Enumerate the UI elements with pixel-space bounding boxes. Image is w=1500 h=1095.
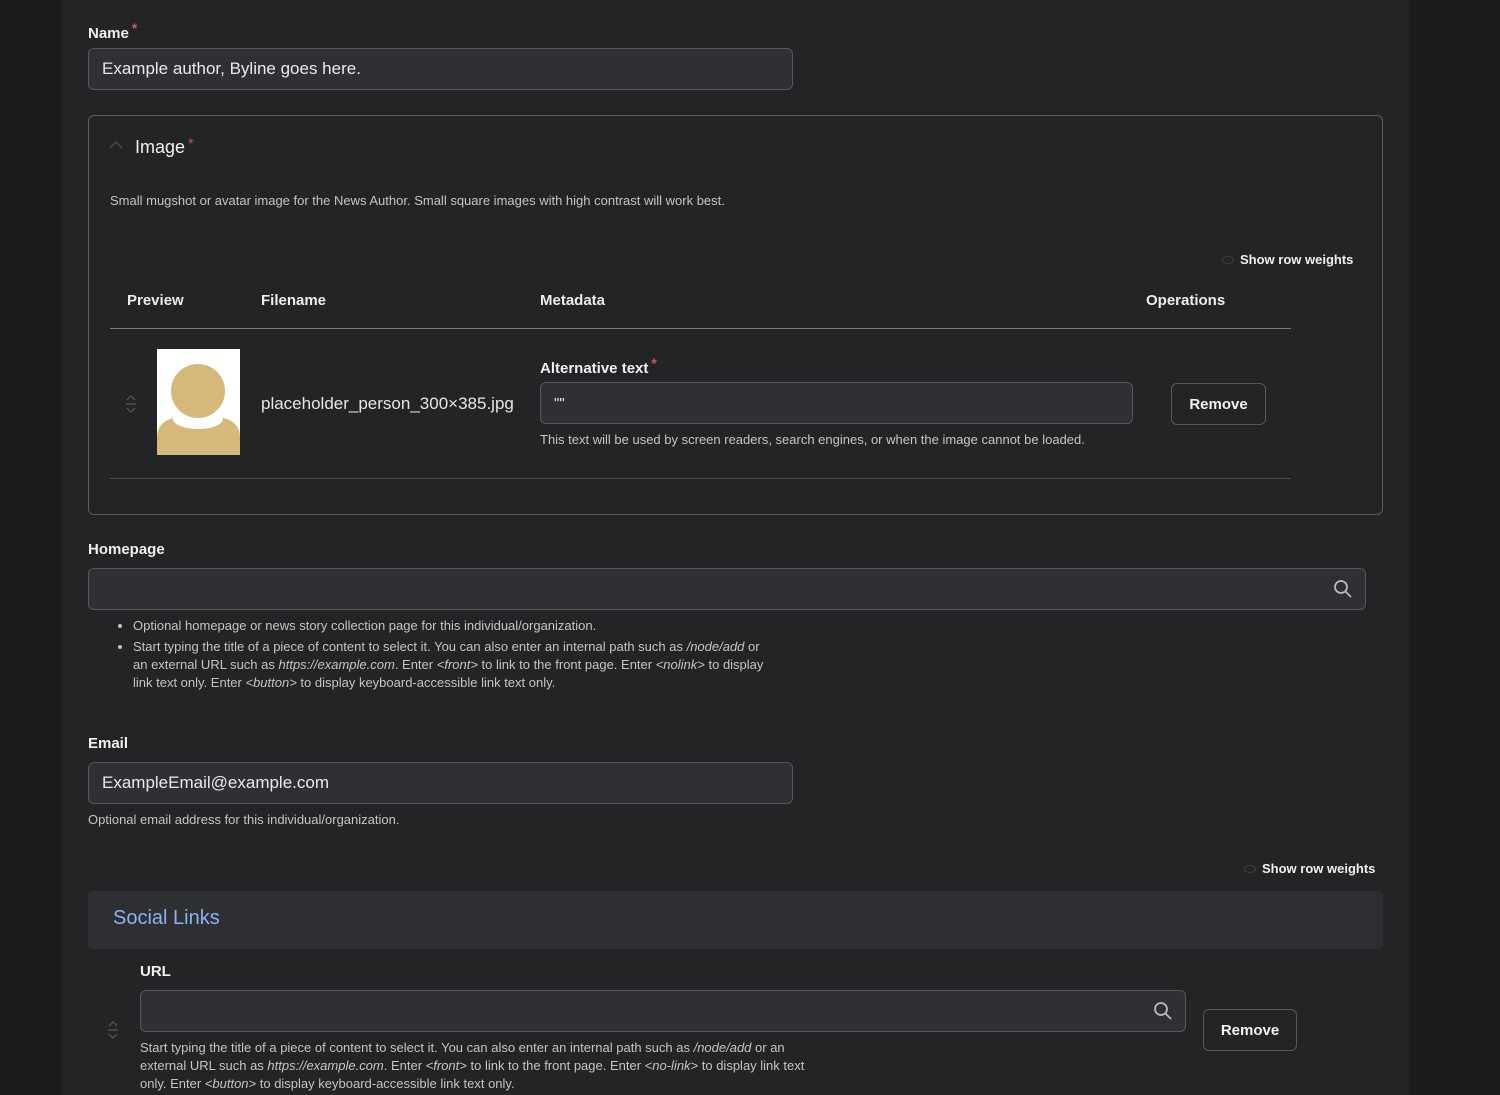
image-section-title[interactable]: Image * bbox=[135, 135, 193, 158]
column-header-metadata: Metadata bbox=[540, 292, 606, 309]
name-label: Name * bbox=[88, 20, 137, 42]
remove-image-button[interactable]: Remove bbox=[1171, 383, 1266, 425]
show-row-weights-button[interactable]: Show row weights bbox=[1244, 861, 1375, 876]
show-row-weights-button[interactable]: Show row weights bbox=[1222, 252, 1353, 267]
url-help: Start typing the title of a piece of con… bbox=[140, 1040, 805, 1091]
url-input[interactable] bbox=[140, 990, 1186, 1032]
search-icon bbox=[1154, 1002, 1172, 1020]
homepage-input[interactable] bbox=[88, 568, 1366, 610]
alt-text-help: This text will be used by screen readers… bbox=[540, 432, 1085, 447]
alt-text-label: Alternative text * bbox=[540, 355, 657, 377]
alt-text-input[interactable]: "" bbox=[540, 382, 1133, 424]
required-marker: * bbox=[188, 135, 194, 151]
drag-handle-icon[interactable] bbox=[105, 1021, 121, 1039]
homepage-label: Homepage bbox=[88, 541, 165, 558]
image-title-text: Image bbox=[135, 137, 186, 157]
alt-text-label-text: Alternative text bbox=[540, 360, 649, 377]
name-label-text: Name bbox=[88, 25, 129, 42]
show-row-weights-label: Show row weights bbox=[1240, 252, 1354, 267]
homepage-help-list: Optional homepage or news story collecti… bbox=[88, 617, 768, 692]
email-label: Email bbox=[88, 735, 129, 752]
alt-text-input-value: "" bbox=[554, 394, 565, 412]
name-input-value: Example author, Byline goes here. bbox=[102, 59, 361, 78]
column-header-filename: Filename bbox=[261, 292, 327, 309]
remove-social-link-button[interactable]: Remove bbox=[1203, 1009, 1297, 1051]
search-icon bbox=[1334, 580, 1352, 598]
table-header-divider bbox=[110, 328, 1291, 329]
url-label: URL bbox=[140, 963, 171, 980]
homepage-help-item: Optional homepage or news story collecti… bbox=[133, 617, 768, 635]
required-marker: * bbox=[651, 355, 657, 371]
required-marker: * bbox=[131, 20, 138, 36]
avatar-preview-image bbox=[157, 349, 240, 455]
email-input-value: ExampleEmail@example.com bbox=[102, 773, 330, 792]
homepage-help-item: Start typing the title of a piece of con… bbox=[133, 638, 768, 692]
image-filename[interactable]: placeholder_person_300×385.jpg bbox=[261, 394, 514, 414]
show-row-weights-label: Show row weights bbox=[1262, 861, 1376, 876]
chevron-up-icon[interactable] bbox=[109, 140, 123, 150]
homepage-help: Optional homepage or news story collecti… bbox=[88, 617, 768, 695]
table-row-divider bbox=[110, 478, 1291, 479]
social-links-header bbox=[88, 891, 1383, 949]
drag-handle-icon[interactable] bbox=[123, 395, 139, 413]
email-help: Optional email address for this individu… bbox=[88, 812, 400, 827]
column-header-preview: Preview bbox=[127, 292, 184, 309]
eye-icon bbox=[1222, 255, 1234, 264]
email-input[interactable]: ExampleEmail@example.com bbox=[88, 762, 793, 804]
social-links-title: Social Links bbox=[113, 907, 220, 929]
column-header-operations: Operations bbox=[1146, 292, 1226, 309]
image-fieldset bbox=[88, 115, 1383, 515]
eye-icon bbox=[1244, 864, 1256, 873]
name-input[interactable]: Example author, Byline goes here. bbox=[88, 48, 793, 90]
image-description: Small mugshot or avatar image for the Ne… bbox=[110, 193, 725, 208]
